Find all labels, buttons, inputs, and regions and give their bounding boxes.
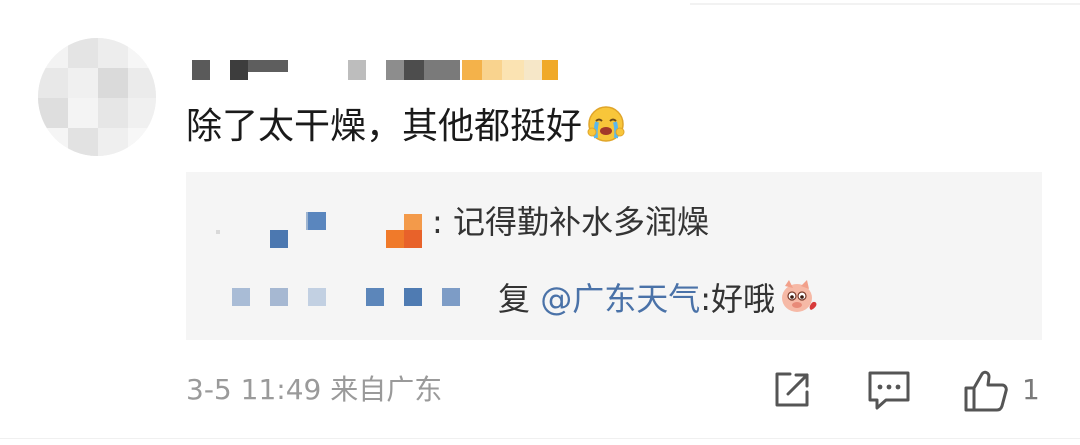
username-redacted[interactable] bbox=[190, 58, 570, 82]
share-button[interactable] bbox=[770, 368, 816, 412]
avatar[interactable] bbox=[38, 38, 156, 156]
replies-box[interactable]: : 记得勤补水多润燥 复 @广东天气:好哦 bbox=[186, 172, 1042, 340]
reply-author-redacted[interactable] bbox=[186, 172, 446, 256]
comment-icon bbox=[868, 371, 910, 410]
pig-face-emoji-icon bbox=[782, 280, 817, 312]
crying-face-emoji-icon bbox=[587, 106, 625, 142]
comment-body: 除了太干燥，其他都挺好 bbox=[186, 106, 583, 147]
share-icon bbox=[775, 372, 809, 407]
reply-text: 复 @广东天气:好哦 bbox=[498, 276, 819, 321]
reply-body: :好哦 bbox=[700, 280, 775, 318]
bottom-divider bbox=[0, 438, 1080, 439]
like-count: 1 bbox=[1022, 373, 1040, 406]
top-divider bbox=[690, 3, 1080, 5]
reply-text: : 记得勤补水多润燥 bbox=[432, 203, 709, 241]
like-button[interactable] bbox=[962, 368, 1012, 412]
comment-meta: 3-5 11:49 来自广东 bbox=[186, 373, 443, 406]
comment-button[interactable] bbox=[866, 368, 912, 412]
reply-prefix: 复 bbox=[498, 280, 531, 318]
reply-item[interactable]: : 记得勤补水多润燥 bbox=[186, 172, 1042, 256]
reply-author-redacted[interactable] bbox=[186, 256, 486, 340]
comment-text: 除了太干燥，其他都挺好 bbox=[186, 100, 626, 154]
mention-link[interactable]: @广东天气 bbox=[540, 280, 700, 318]
reply-item[interactable]: 复 @广东天气:好哦 bbox=[186, 256, 1042, 340]
thumbs-up-icon bbox=[964, 370, 1008, 412]
